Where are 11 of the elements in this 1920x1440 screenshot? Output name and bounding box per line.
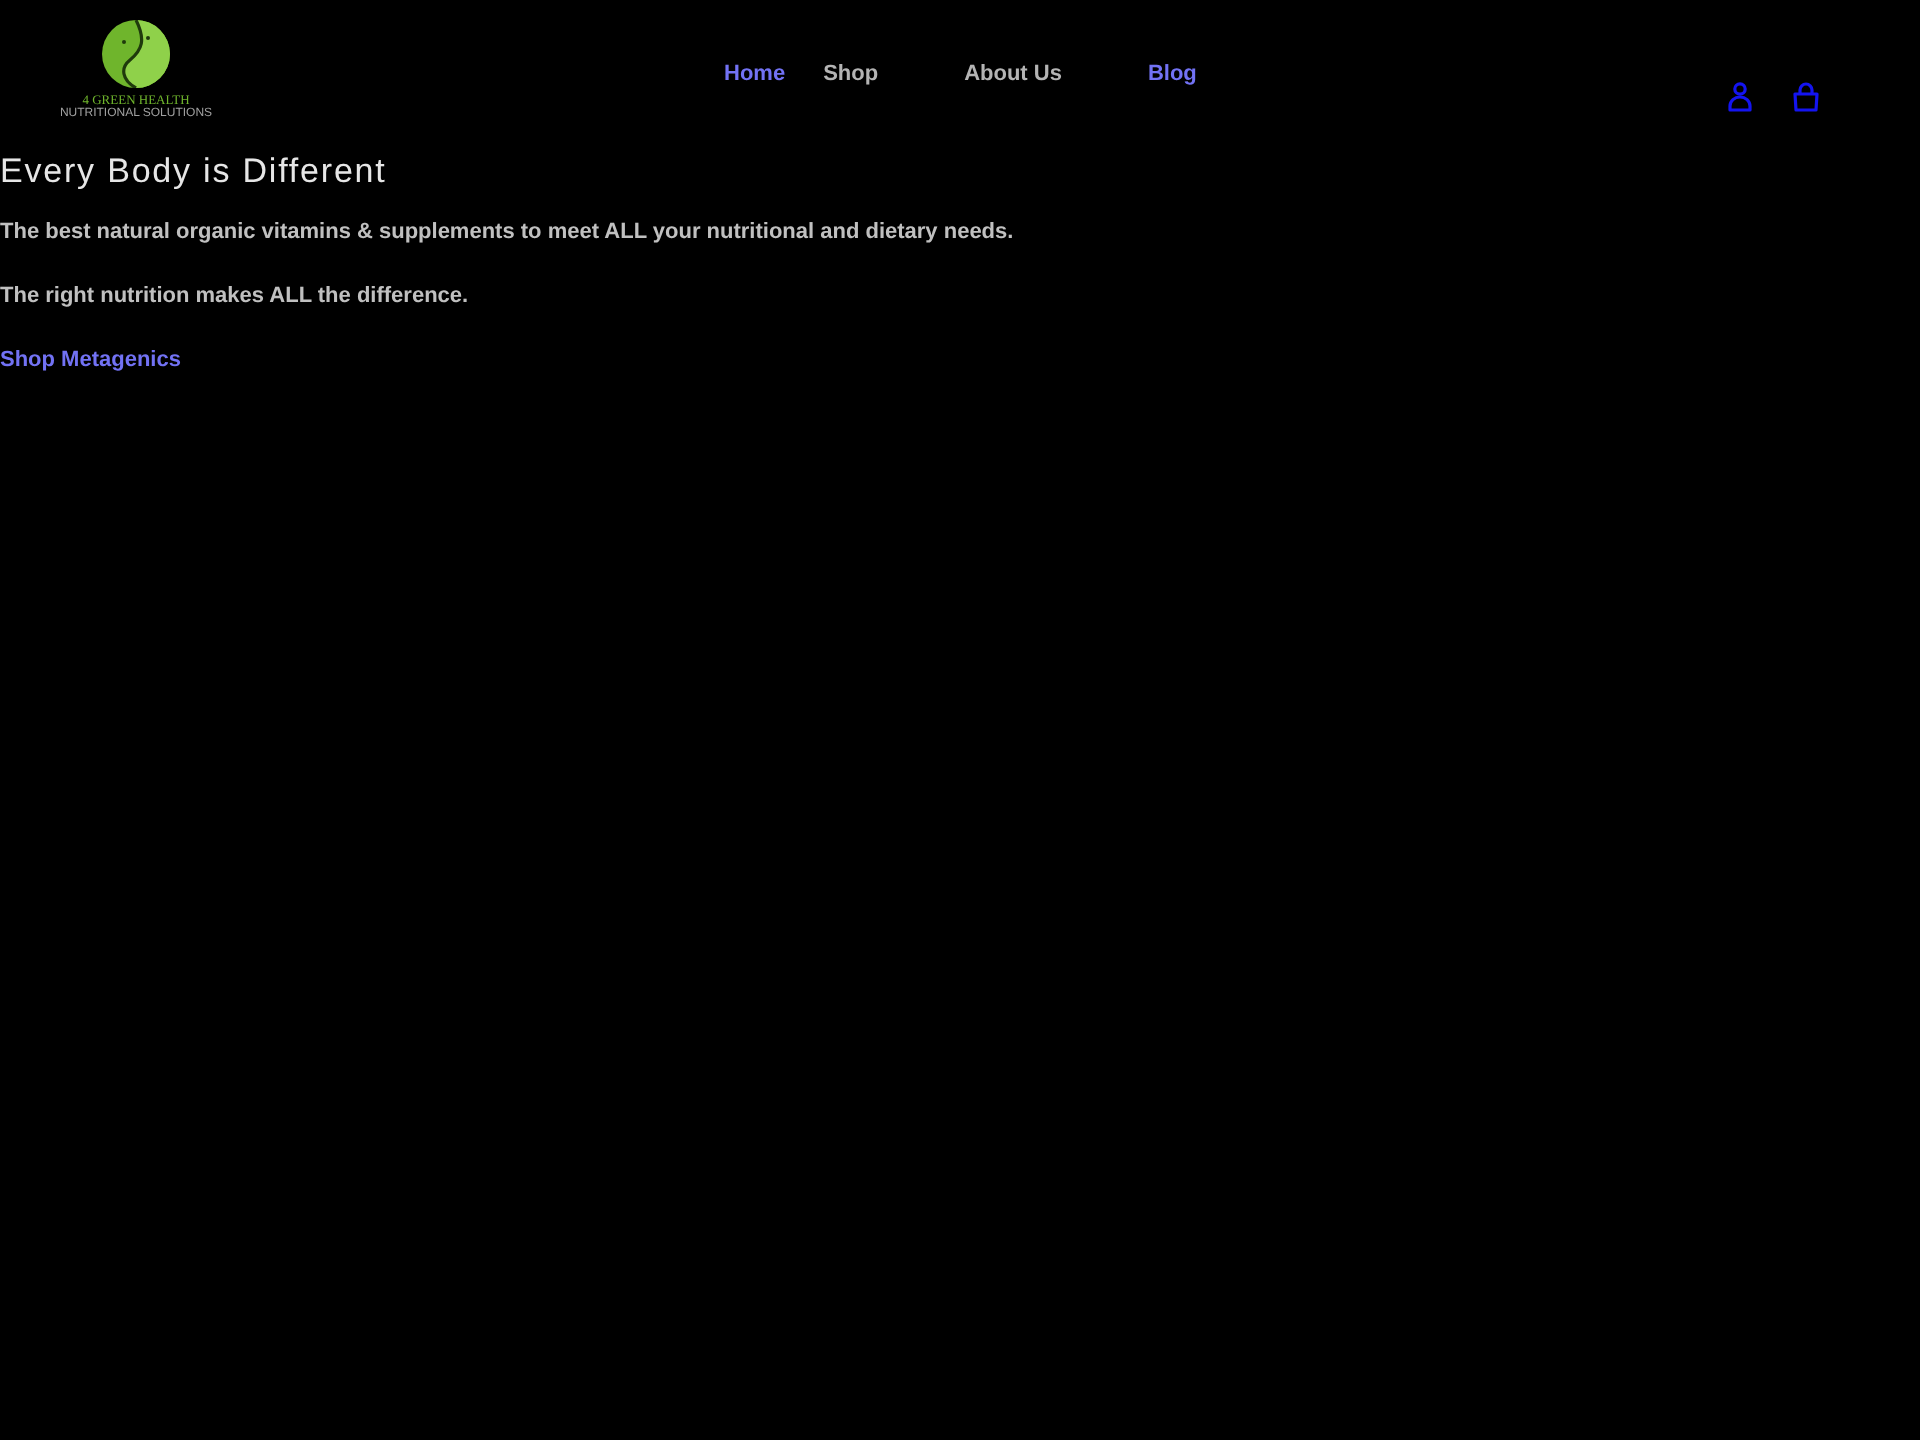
logo-icon[interactable] (102, 20, 170, 88)
hero-paragraph: The best natural organic vitamins & supplements to meet ALL your nutritional and dietary needs. (0, 220, 1014, 246)
account-icon[interactable] (1728, 82, 1752, 112)
nav-link[interactable]: Home (724, 62, 786, 88)
nav-link[interactable]: Blog (1147, 62, 1197, 88)
shop-link[interactable]: Shop Metagenics (0, 348, 181, 374)
shopping-bag-icon[interactable] (1792, 82, 1820, 112)
hero-paragraph: The right nutrition makes ALL the difference. (0, 284, 469, 310)
hero-heading: Every Body is Different (0, 152, 387, 192)
nav-menu-link[interactable]: About Us (964, 62, 1110, 88)
nav-menu-link[interactable]: Shop (823, 62, 927, 88)
